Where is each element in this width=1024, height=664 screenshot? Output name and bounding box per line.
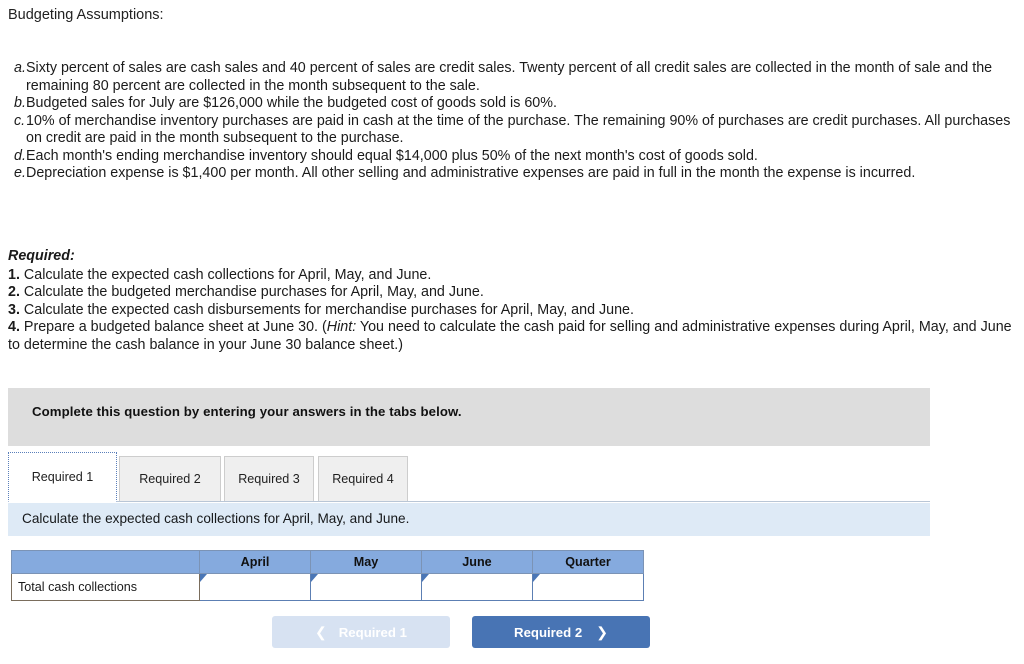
required-item-text: Prepare a budgeted balance sheet at June… bbox=[23, 319, 327, 336]
column-header: April bbox=[199, 550, 311, 574]
answer-table: April May June Quarter Total cash collectio… bbox=[11, 550, 644, 601]
required-item-text: Calculate the budgeted merchandise purch… bbox=[23, 284, 484, 301]
answer-table-head: April May June Quarter bbox=[11, 550, 644, 574]
budgeting-assumptions-list: a. Sixty percent of sales are cash sales … bbox=[8, 60, 1020, 183]
tab-required-1[interactable]: Required 1 bbox=[8, 452, 117, 502]
column-header: June bbox=[421, 550, 533, 574]
table-row: Total cash collections bbox=[11, 573, 644, 601]
instruction-banner: Complete this question by entering your … bbox=[8, 388, 930, 446]
answer-table-body: Total cash collections bbox=[11, 573, 644, 601]
row-label: Total cash collections bbox=[11, 573, 200, 601]
column-header: Quarter bbox=[532, 550, 644, 574]
assumption-text: Each month's ending merchandise inventor… bbox=[26, 147, 758, 164]
required-heading: Required: bbox=[8, 248, 75, 264]
required-item: 3. Calculate the expected cash disbursem… bbox=[8, 302, 1020, 320]
answer-input-cell[interactable] bbox=[310, 573, 422, 601]
tab-label: Required 2 bbox=[139, 472, 201, 486]
required-item-number: 2. bbox=[8, 284, 20, 301]
required-block: Required: 1. Calculate the expected cash… bbox=[8, 248, 1020, 355]
assumption-text: 10% of merchandise inventory purchases a… bbox=[26, 112, 1011, 147]
prev-required-label: Required 1 bbox=[338, 624, 407, 640]
tab-instruction-banner: Calculate the expected cash collections … bbox=[8, 503, 930, 536]
required-item-hint-label: Hint: bbox=[326, 319, 357, 336]
tab-label: Required 1 bbox=[31, 470, 94, 484]
tab-required-3[interactable]: Required 3 bbox=[224, 456, 314, 501]
assumption-item: d. Each month's ending merchandise invent… bbox=[8, 148, 1020, 166]
instruction-banner-text: Complete this question by entering your … bbox=[32, 404, 462, 419]
required-item-text: Calculate the expected cash collections … bbox=[23, 266, 432, 283]
navigation-buttons: ❮ Required 1 Required 2 ❯ bbox=[0, 616, 1024, 650]
required-item-number: 1. bbox=[8, 266, 20, 283]
answer-input-cell[interactable] bbox=[199, 573, 311, 601]
column-header: May bbox=[310, 550, 422, 574]
answer-table-header-row: April May June Quarter bbox=[11, 550, 644, 574]
answer-input-cell[interactable] bbox=[532, 573, 644, 601]
assumption-marker: b. bbox=[14, 95, 26, 111]
tab-label: Required 4 bbox=[332, 472, 394, 486]
tab-strip: Required 1 Required 2 Required 3 Required 4 bbox=[8, 452, 930, 502]
assumption-text: Depreciation expense is $1,400 per month… bbox=[26, 165, 916, 181]
assumption-marker: a. bbox=[14, 60, 26, 76]
assumption-text: Budgeted sales for July are $126,000 whi… bbox=[26, 95, 557, 111]
assumption-text: Sixty percent of sales are cash sales an… bbox=[26, 60, 993, 94]
next-required-button[interactable]: Required 2 ❯ bbox=[472, 616, 650, 648]
chevron-left-icon: ❮ bbox=[315, 624, 327, 640]
assumption-marker: e. bbox=[14, 165, 26, 181]
column-header-blank bbox=[11, 550, 200, 574]
assumption-item: c. 10% of merchandise inventory purchases… bbox=[8, 113, 1020, 148]
tab-required-2[interactable]: Required 2 bbox=[119, 456, 221, 501]
required-item: 2. Calculate the budgeted merchandise pu… bbox=[8, 284, 1020, 302]
tab-instruction-text: Calculate the expected cash collections … bbox=[22, 511, 410, 526]
assumption-item: b. Budgeted sales for July are $126,000 w… bbox=[8, 95, 1020, 113]
tab-required-4[interactable]: Required 4 bbox=[318, 456, 408, 501]
chevron-right-icon: ❯ bbox=[596, 624, 608, 640]
required-item: 1. Calculate the expected cash collectio… bbox=[8, 267, 1020, 285]
prev-required-button[interactable]: ❮ Required 1 bbox=[272, 616, 450, 648]
required-item-text: Calculate the expected cash disbursement… bbox=[23, 301, 634, 318]
assumption-marker: d. bbox=[14, 147, 26, 164]
required-item: 4. Prepare a budgeted balance sheet at J… bbox=[8, 319, 1020, 354]
required-item-number: 4. bbox=[8, 319, 20, 336]
required-item-number: 3. bbox=[8, 301, 20, 318]
assumption-item: a. Sixty percent of sales are cash sales … bbox=[8, 60, 1020, 95]
next-required-label: Required 2 bbox=[514, 624, 583, 640]
assumption-marker: c. bbox=[14, 112, 26, 129]
tab-label: Required 3 bbox=[238, 472, 300, 486]
assumption-item: e. Depreciation expense is $1,400 per mon… bbox=[8, 165, 1020, 183]
page-title: Budgeting Assumptions: bbox=[8, 7, 164, 23]
answer-input-cell[interactable] bbox=[421, 573, 533, 601]
